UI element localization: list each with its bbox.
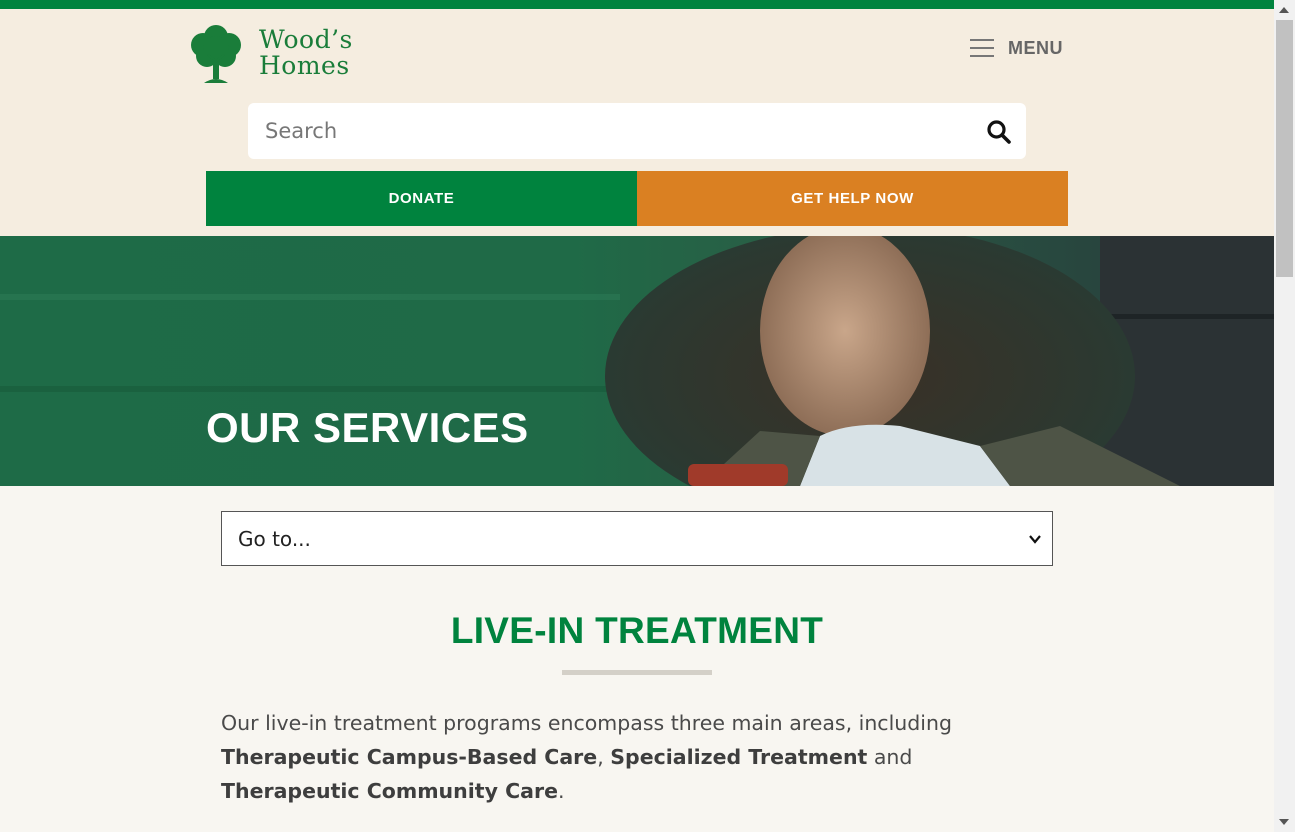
tree-icon [191,25,241,83]
logo-line-1: Wood’s [259,25,353,54]
intro-bold-specialized: Specialized Treatment [610,745,868,769]
intro-text: Our live-in treatment programs encompass… [221,711,952,735]
intro-end: . [557,779,565,803]
section-intro: Our live-in treatment programs encompass… [221,706,1056,808]
page: Wood’s Homes MENU DONATE GET HELP NOW [0,0,1274,832]
goto-select[interactable]: Go to... [221,511,1053,566]
donate-button[interactable]: DONATE [206,171,637,226]
intro-bold-campus: Therapeutic Campus-Based Care [221,745,598,769]
intro-bold-community: Therapeutic Community Care [221,779,558,803]
intro-sep-1: , [597,745,611,769]
scroll-up-arrow[interactable] [1279,7,1289,13]
hamburger-icon [970,39,994,57]
intro-sep-2: and [867,745,913,769]
section-title: LIVE-IN TREATMENT [450,610,824,651]
search-icon[interactable] [986,119,1012,145]
site-header: Wood’s Homes MENU DONATE GET HELP NOW [0,9,1274,236]
chevron-down-icon [1029,535,1041,544]
scrollbar-thumb[interactable] [1276,20,1293,277]
hero-image [0,236,1274,486]
search-bar [248,103,1026,159]
logo-line-2: Homes [259,51,350,80]
logo-wordmark: Wood’s Homes [259,27,353,79]
menu-label: MENU [1008,37,1063,58]
site-logo[interactable]: Wood’s Homes [187,21,377,85]
goto-select-value: Go to... [238,526,311,551]
search-input[interactable] [248,103,968,159]
hero-banner: OUR SERVICES [0,236,1274,486]
menu-button[interactable]: MENU [970,36,1063,60]
scroll-down-arrow[interactable] [1279,819,1289,825]
vertical-scrollbar[interactable] [1274,0,1295,832]
top-accent-bar [0,0,1274,9]
hero-title: OUR SERVICES [206,404,529,451]
section-divider [562,670,712,675]
get-help-now-button[interactable]: GET HELP NOW [637,171,1068,226]
